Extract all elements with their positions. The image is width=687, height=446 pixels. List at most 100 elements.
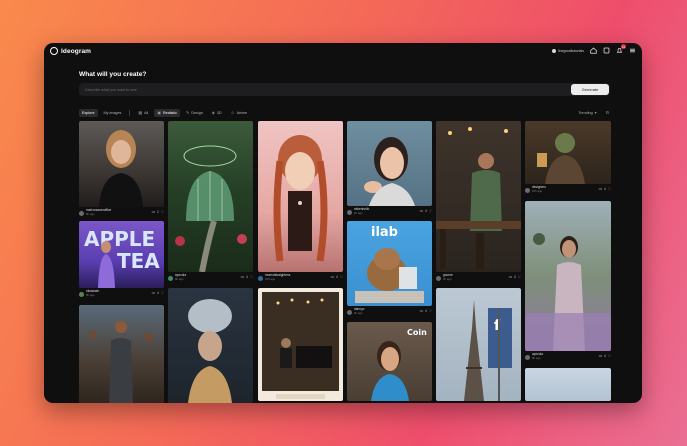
- image-tile[interactable]: [436, 121, 521, 272]
- filter-label: All: [144, 110, 149, 115]
- avatar[interactable]: [525, 187, 530, 193]
- image-tile[interactable]: [168, 121, 253, 272]
- heart-icon[interactable]: ♡: [608, 354, 611, 358]
- filter-all[interactable]: ▦ All: [135, 109, 151, 117]
- filter-label: Design: [191, 110, 203, 115]
- view-toggle[interactable]: ⊟: [603, 109, 612, 117]
- image-tile[interactable]: ilab: [347, 221, 432, 306]
- selfie-portrait-image: [364, 137, 415, 206]
- like-count: 4: [424, 309, 427, 313]
- image-meta: nikawash 9h ago ••• 4 ♡: [79, 289, 164, 299]
- image-tile[interactable]: [168, 288, 253, 403]
- image-tile[interactable]: [258, 288, 343, 401]
- image-tile[interactable]: Coin: [347, 322, 432, 401]
- bar-scene-image: [436, 127, 521, 269]
- avatar[interactable]: [347, 209, 352, 215]
- sort-dropdown[interactable]: Trending ▾: [575, 109, 599, 117]
- like-count: 4: [245, 275, 248, 279]
- heart-icon[interactable]: ♡: [340, 275, 343, 279]
- notification-bell-icon[interactable]: 11: [616, 44, 626, 54]
- heart-icon[interactable]: ♡: [161, 291, 164, 295]
- top-right-actions: thegoodtutorials 11: [552, 44, 636, 54]
- image-tile[interactable]: APPLE TEA: [79, 221, 164, 288]
- image-tile[interactable]: [525, 201, 611, 351]
- person-figure: [98, 241, 115, 288]
- heart-icon[interactable]: ♡: [429, 209, 432, 213]
- avatar[interactable]: [79, 291, 84, 297]
- filter-design[interactable]: ✎ Design: [183, 109, 206, 117]
- generate-button[interactable]: Generate: [571, 84, 609, 95]
- avatar[interactable]: [525, 354, 530, 360]
- user-chip[interactable]: thegoodtutorials: [552, 48, 584, 53]
- more-icon[interactable]: •••: [241, 275, 244, 279]
- username: thegoodtutorials: [558, 48, 584, 53]
- image-meta: gnome 3h ago ••• 4 ♡: [436, 273, 521, 283]
- image-meta: apxcola 8h ago ••• 4 ♡: [168, 273, 253, 283]
- filter-bar: Explore My images ▦ All ▣ Realistic ✎ Desig…: [79, 108, 612, 117]
- image-tile[interactable]: f: [436, 288, 521, 401]
- gallery-icon[interactable]: [603, 47, 610, 54]
- pen-icon: ✎: [185, 110, 190, 115]
- like-count: 4: [156, 291, 159, 295]
- avatar[interactable]: [347, 309, 352, 315]
- filter-label: Realistic: [163, 110, 177, 115]
- smiling-woman-image: [371, 341, 409, 401]
- home-icon[interactable]: [590, 47, 597, 54]
- timestamp: 8h ago: [86, 212, 95, 216]
- like-count: 4: [424, 209, 427, 213]
- image-meta: designers 15h ago ••• 4 ♡: [525, 185, 611, 195]
- tab-label: My images: [103, 110, 122, 115]
- logo[interactable]: Ideogram: [50, 47, 91, 55]
- heart-icon[interactable]: ♡: [429, 309, 432, 313]
- top-bar: Ideogram thegoodtutorials 11: [44, 43, 642, 61]
- timestamp: 15h ago: [265, 277, 276, 281]
- tab-my-images[interactable]: My images: [101, 109, 125, 117]
- camera-icon: ▣: [157, 110, 162, 115]
- capybara-image: [355, 248, 424, 303]
- user-avatar-icon: [552, 48, 557, 53]
- image-tile[interactable]: [79, 121, 164, 207]
- tab-explore[interactable]: Explore: [79, 108, 98, 117]
- divider: [129, 109, 131, 116]
- prompt-input[interactable]: [79, 83, 571, 96]
- image-tile[interactable]: [79, 305, 164, 403]
- timestamp: 15h ago: [532, 189, 543, 193]
- avatar[interactable]: [258, 275, 263, 281]
- like-count: 2: [156, 210, 159, 214]
- heart-icon[interactable]: ♡: [161, 210, 164, 214]
- smile-icon: ☺: [230, 110, 235, 115]
- page-title: What will you create?: [79, 71, 147, 78]
- portrait-image: [99, 130, 143, 207]
- more-icon[interactable]: •••: [152, 291, 155, 295]
- orc-drinking-image: [537, 133, 585, 184]
- filter-anime[interactable]: ☺ Anime: [228, 109, 251, 117]
- grid-icon: ▦: [138, 110, 143, 115]
- more-icon[interactable]: •••: [420, 309, 423, 313]
- more-icon[interactable]: •••: [331, 275, 334, 279]
- heart-icon[interactable]: ♡: [518, 275, 521, 279]
- menu-icon[interactable]: [629, 47, 636, 54]
- more-icon[interactable]: •••: [420, 209, 423, 213]
- image-meta: marionsaranoffice 8h ago ••• 2 ♡: [79, 208, 164, 218]
- avatar[interactable]: [168, 275, 173, 281]
- more-icon[interactable]: •••: [509, 275, 512, 279]
- like-count: 4: [603, 187, 606, 191]
- avatar[interactable]: [436, 275, 441, 281]
- filter-realistic[interactable]: ▣ Realistic: [154, 108, 180, 117]
- notification-badge: 11: [621, 44, 626, 49]
- heart-icon[interactable]: ♡: [608, 187, 611, 191]
- image-tile[interactable]: [258, 121, 343, 272]
- timestamp: 8h ago: [175, 277, 184, 281]
- heart-icon[interactable]: ♡: [250, 275, 253, 279]
- avatar[interactable]: [79, 210, 84, 216]
- timestamp: 2h ago: [354, 211, 363, 215]
- logo-icon: [50, 47, 58, 55]
- filter-3d[interactable]: ◈ 3D: [209, 109, 225, 117]
- image-tile[interactable]: [347, 121, 432, 206]
- image-meta: dannyo 3h ago ••• 4 ♡: [347, 307, 432, 317]
- more-icon[interactable]: •••: [152, 210, 155, 214]
- more-icon[interactable]: •••: [599, 354, 602, 358]
- image-tile[interactable]: [525, 368, 611, 401]
- more-icon[interactable]: •••: [599, 187, 602, 191]
- image-tile[interactable]: [525, 121, 611, 184]
